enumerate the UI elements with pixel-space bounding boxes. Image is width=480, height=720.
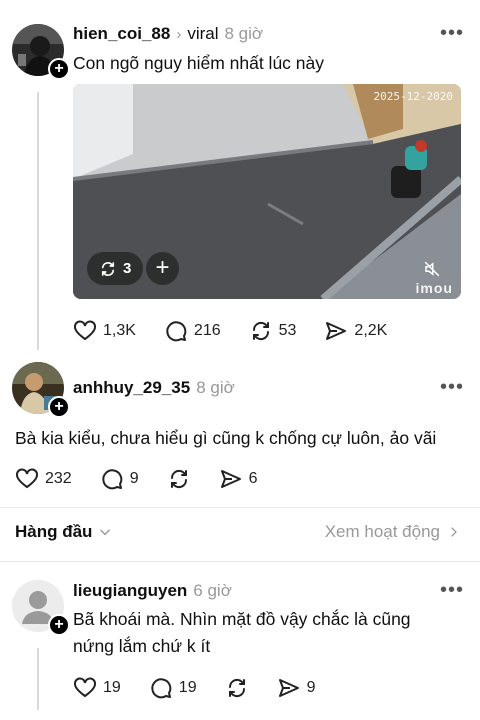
share-count: 9 xyxy=(306,679,316,696)
follow-plus-icon[interactable]: + xyxy=(48,614,70,636)
watermark: imou xyxy=(415,280,453,296)
repost-icon xyxy=(101,261,115,276)
post-text-line-2: nứng lắm chứ k ít xyxy=(73,636,211,656)
repost-icon xyxy=(228,678,245,698)
comment-icon xyxy=(102,469,123,490)
timestamp: 6 giờ xyxy=(193,581,232,600)
avatar[interactable]: + xyxy=(12,362,70,418)
more-options-icon[interactable]: ••• xyxy=(440,579,464,602)
add-icon[interactable]: + xyxy=(146,252,179,285)
reply-count: 9 xyxy=(129,470,139,487)
more-options-icon[interactable]: ••• xyxy=(440,22,464,45)
sort-bar: Hàng đầu Xem hoạt động xyxy=(15,522,460,542)
comment-icon xyxy=(151,678,172,699)
heart-icon xyxy=(16,468,38,489)
repost-count-badge[interactable]: 3 xyxy=(87,252,144,285)
send-icon xyxy=(326,322,347,340)
reply-button[interactable]: 19 xyxy=(149,676,197,700)
chevron-right-icon: › xyxy=(176,25,182,43)
chevron-down-icon xyxy=(100,529,111,536)
username[interactable]: anhhuy_29_35 xyxy=(73,378,190,398)
repost-button[interactable] xyxy=(167,467,191,491)
like-count: 19 xyxy=(103,679,121,696)
video-media[interactable]: 2025-12-2020 imou 3 + xyxy=(73,84,461,299)
divider xyxy=(0,561,480,562)
repost-button[interactable] xyxy=(225,676,249,700)
heart-icon xyxy=(74,677,96,698)
more-options-icon[interactable]: ••• xyxy=(440,376,464,399)
reply-count: 216 xyxy=(193,322,221,339)
like-count: 232 xyxy=(45,470,72,487)
post-actions: 232 9 6 xyxy=(15,467,286,491)
sort-dropdown[interactable]: Hàng đầu xyxy=(15,522,112,542)
comment-icon xyxy=(166,321,187,342)
share-count: 6 xyxy=(248,470,258,487)
repost-count: 53 xyxy=(278,322,297,339)
divider xyxy=(0,507,480,508)
share-button[interactable]: 2,2K xyxy=(324,319,387,343)
follow-plus-icon[interactable]: + xyxy=(48,396,70,418)
follow-plus-icon[interactable]: + xyxy=(48,58,70,80)
share-button[interactable]: 9 xyxy=(277,676,316,700)
chevron-right-icon xyxy=(451,527,457,537)
avatar[interactable]: + xyxy=(12,580,70,636)
reply-button[interactable]: 216 xyxy=(164,319,221,343)
video-timestamp-overlay: 2025-12-2020 xyxy=(373,90,453,103)
sort-label: Hàng đầu xyxy=(15,522,93,541)
mute-icon[interactable] xyxy=(423,260,441,278)
post-header: anhhuy_29_35 8 giờ xyxy=(73,378,235,398)
post-text-line-1: Bã khoái mà. Nhìn mặt đồ vậy chắc là cũn… xyxy=(73,609,411,629)
share-button[interactable]: 6 xyxy=(219,467,258,491)
view-activity-label: Xem hoạt động xyxy=(324,522,440,541)
post-text: Bà kia kiểu, chưa hiểu gì cũng k chống c… xyxy=(15,428,437,448)
like-button[interactable]: 1,3K xyxy=(73,319,136,343)
post-actions: 19 19 9 xyxy=(73,676,344,700)
avatar[interactable]: + xyxy=(12,24,70,80)
reply-button[interactable]: 9 xyxy=(100,467,139,491)
like-button[interactable]: 19 xyxy=(73,676,121,700)
post-text: Con ngõ nguy hiểm nhất lúc này xyxy=(73,53,324,73)
timestamp: 8 giờ xyxy=(224,24,264,43)
repost-icon xyxy=(252,321,269,341)
username[interactable]: lieugianguyen xyxy=(73,581,187,601)
send-icon xyxy=(220,470,241,488)
like-count: 1,3K xyxy=(103,322,136,339)
thread-line xyxy=(37,648,39,710)
thread-line xyxy=(37,92,39,350)
heart-icon xyxy=(74,320,96,341)
post-header: lieugianguyen 6 giờ xyxy=(73,581,232,601)
topic-tag[interactable]: viral xyxy=(187,24,218,44)
username[interactable]: hien_coi_88 xyxy=(73,24,170,44)
view-activity-link[interactable]: Xem hoạt động xyxy=(325,522,460,542)
post-actions: 1,3K 216 53 2,2K xyxy=(73,319,415,343)
reply-count: 19 xyxy=(178,679,197,696)
repost-button[interactable]: 53 xyxy=(249,319,297,343)
timestamp: 8 giờ xyxy=(196,378,235,397)
repost-count: 3 xyxy=(123,260,132,277)
post-header: hien_coi_88 › viral 8 giờ xyxy=(73,24,263,44)
repost-icon xyxy=(170,469,187,489)
send-icon xyxy=(278,679,299,697)
like-button[interactable]: 232 xyxy=(15,467,72,491)
share-count: 2,2K xyxy=(354,322,388,339)
